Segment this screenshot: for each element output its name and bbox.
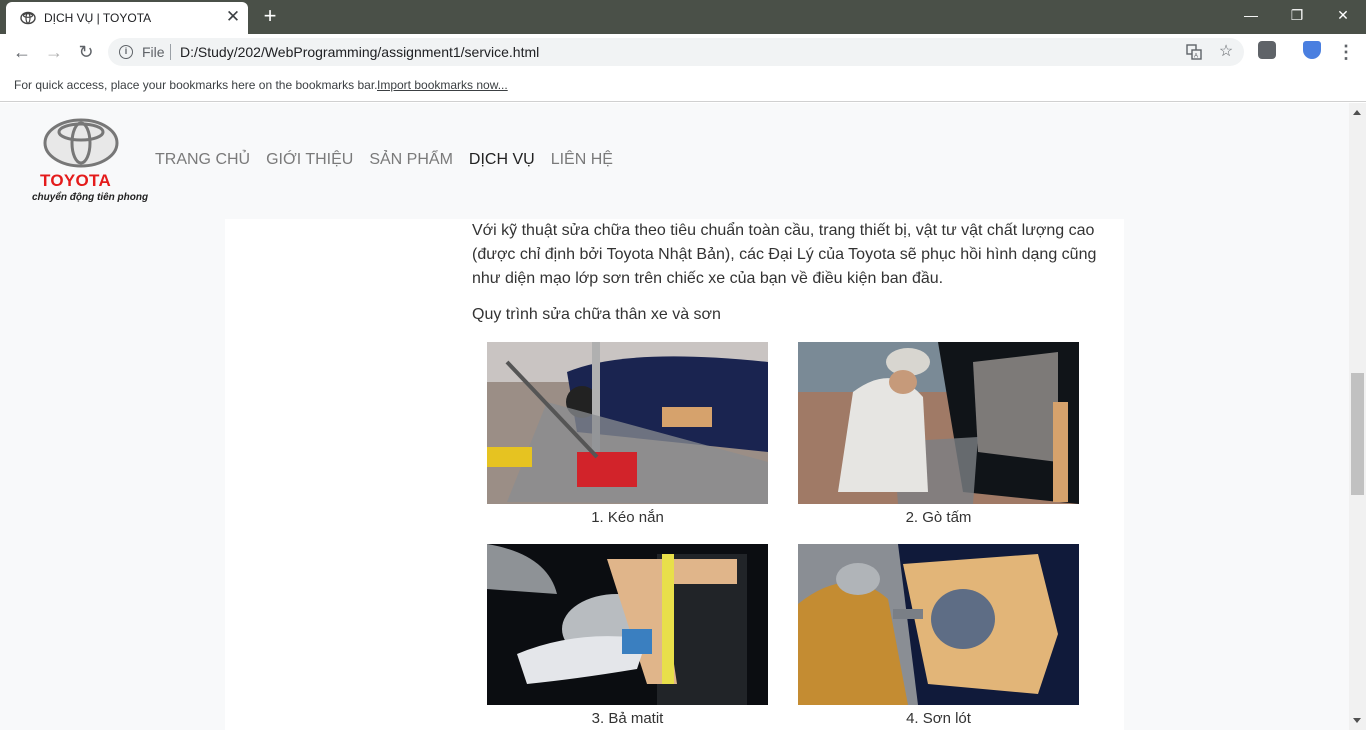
menu-item-san-pham[interactable]: SẢN PHẨM [369,151,453,169]
tab-title: DỊCH VỤ | TOYOTA [44,11,152,25]
url-separator [170,44,171,60]
step-caption: 2. Gò tấm [905,509,972,526]
logo-wordmark: TOYOTA [40,171,112,190]
step-photo-ba-matit [487,544,768,705]
adblock-extension-icon[interactable] [1258,41,1276,59]
step-photo-go-tam [798,342,1079,504]
close-tab-icon[interactable]: ✕ [224,8,242,26]
minimize-button[interactable]: — [1228,0,1274,30]
info-icon[interactable]: i [119,45,133,59]
address-bar[interactable]: i File D:/Study/202/WebProgramming/assig… [108,38,1244,66]
new-tab-button[interactable]: + [259,4,281,28]
menu-item-gioi-thieu[interactable]: GIỚI THIỆU [266,151,353,169]
service-description: Với kỹ thuật sửa chữa theo tiêu chuẩn to… [472,222,1097,287]
main-menu: TRANG CHỦ GIỚI THIỆU SẢN PHẨM DỊCH VỤ LI… [155,151,629,169]
page-viewport: TOYOTA chuyển động tiên phong TRANG CHỦ … [0,103,1349,730]
star-bookmark-icon[interactable]: ☆ [1217,43,1235,61]
url-text[interactable]: D:/Study/202/WebProgramming/assignment1/… [180,44,539,60]
close-window-button[interactable]: ✕ [1320,0,1366,30]
back-arrow-icon[interactable]: ← [10,41,34,63]
url-scheme: File [142,44,165,60]
translate-icon[interactable]: A [1185,43,1203,61]
menu-item-trang-chu[interactable]: TRANG CHỦ [155,151,250,169]
step-caption: 1. Kéo nắn [591,509,664,526]
logo-tagline: chuyển động tiên phong [32,192,149,203]
reload-icon[interactable]: ↻ [74,41,98,63]
menu-item-dich-vu[interactable]: DỊCH VỤ [469,151,535,169]
browser-toolbar: ← → ↻ i File D:/Study/202/WebProgramming… [0,34,1366,70]
process-heading: Quy trình sửa chữa thân xe và sơn [472,306,721,323]
toyota-favicon-icon [20,11,36,25]
bookmarks-bar: For quick access, place your bookmarks h… [0,70,1366,102]
bookmarks-prompt: For quick access, place your bookmarks h… [14,78,378,92]
tab-strip: DỊCH VỤ | TOYOTA ✕ + — ❐ ✕ [0,0,1366,34]
toyota-logo[interactable]: TOYOTA chuyển động tiên phong [30,117,148,205]
vertical-scrollbar[interactable] [1349,103,1366,730]
step-photo-son-lot [798,544,1079,705]
restore-button[interactable]: ❐ [1274,0,1320,30]
toyota-emblem-icon [43,118,119,168]
forward-arrow-icon[interactable]: → [42,41,66,63]
scroll-up-arrow-icon[interactable] [1353,110,1361,115]
step-caption: 3. Bả matit [591,710,664,727]
svg-text:A: A [1194,54,1198,60]
menu-item-lien-he[interactable]: LIÊN HỆ [551,151,613,169]
step-photo-keo-nan [487,342,768,504]
shield-extension-icon[interactable] [1303,41,1321,59]
step-caption: 4. Sơn lót [906,710,971,727]
menu-kebab-icon[interactable]: ⋮ [1334,41,1358,63]
content-panel: Với kỹ thuật sửa chữa theo tiêu chuẩn to… [225,219,1124,730]
scroll-down-arrow-icon[interactable] [1353,718,1361,723]
import-bookmarks-link[interactable]: Import bookmarks now... [377,78,508,92]
scroll-thumb[interactable] [1351,373,1364,495]
browser-tab[interactable]: DỊCH VỤ | TOYOTA ✕ [6,2,248,34]
